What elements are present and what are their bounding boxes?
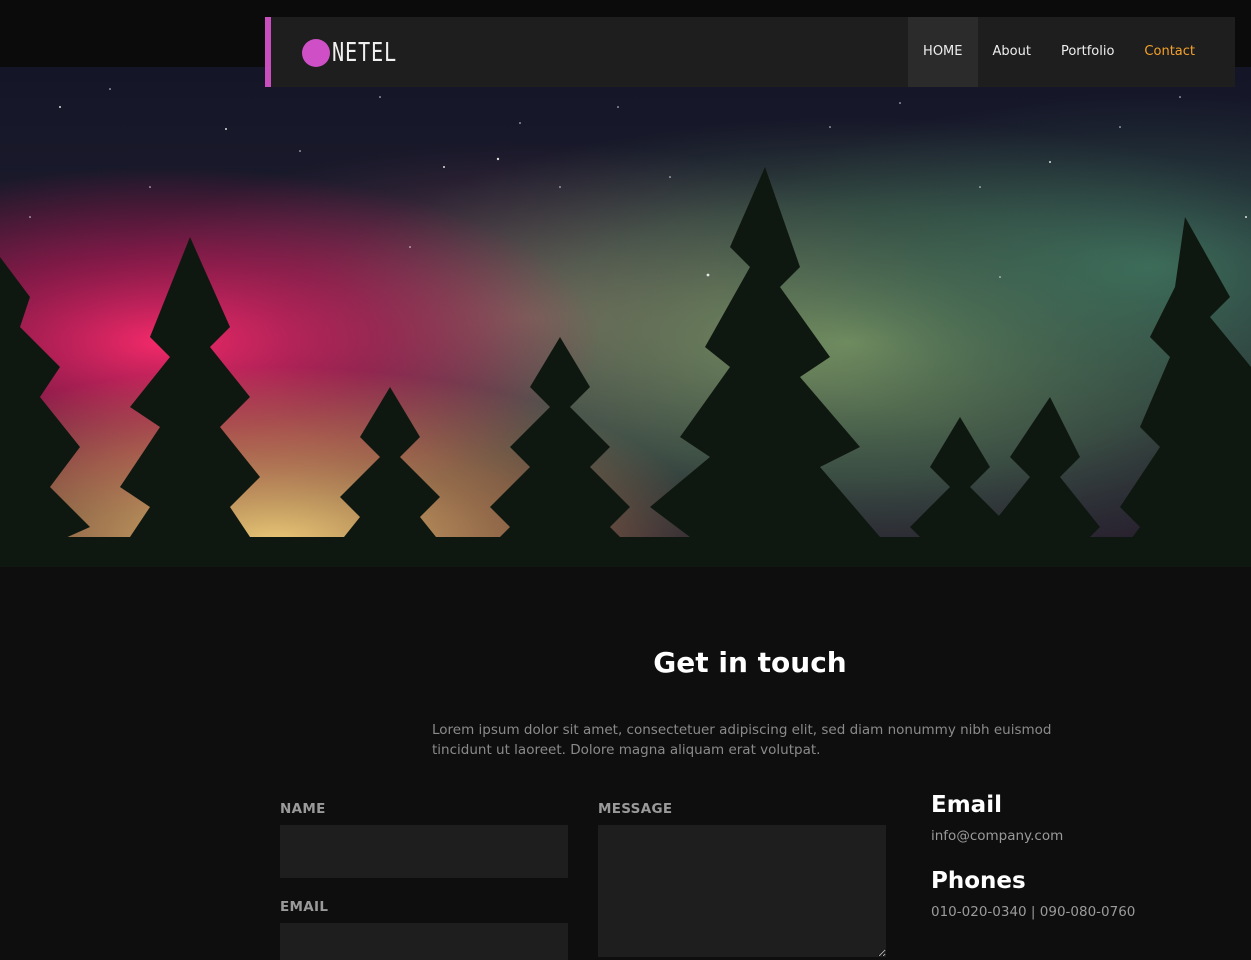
message-label: MESSAGE [598, 801, 673, 817]
logo-text: NETEL [332, 38, 397, 68]
name-label: NAME [280, 801, 326, 817]
nav-home-link[interactable]: HOME [908, 17, 978, 87]
message-textarea[interactable] [598, 825, 886, 957]
nav-contact-link[interactable]: Contact [1129, 17, 1235, 87]
email-label: EMAIL [280, 899, 329, 915]
email-info-title: Email [931, 792, 1002, 818]
navbar: NETEL HOME About Portfolio Contact [265, 17, 1235, 87]
phones-info-value: 010-020-0340 | 090-080-0760 [931, 904, 1136, 920]
nav-menu: HOME About Portfolio Contact [908, 17, 1235, 87]
logo-dot-icon [302, 39, 330, 67]
hero-image [0, 67, 1251, 567]
name-input[interactable] [280, 825, 568, 878]
nav-about-link[interactable]: About [978, 17, 1046, 87]
phones-info-title: Phones [931, 868, 1026, 894]
contact-intro-text: Lorem ipsum dolor sit amet, consectetuer… [432, 722, 1052, 758]
nav-portfolio-link[interactable]: Portfolio [1046, 17, 1129, 87]
email-info-value: info@company.com [931, 828, 1064, 844]
contact-section-title: Get in touch [653, 646, 847, 679]
email-input[interactable] [280, 923, 568, 960]
logo[interactable]: NETEL [302, 38, 415, 68]
